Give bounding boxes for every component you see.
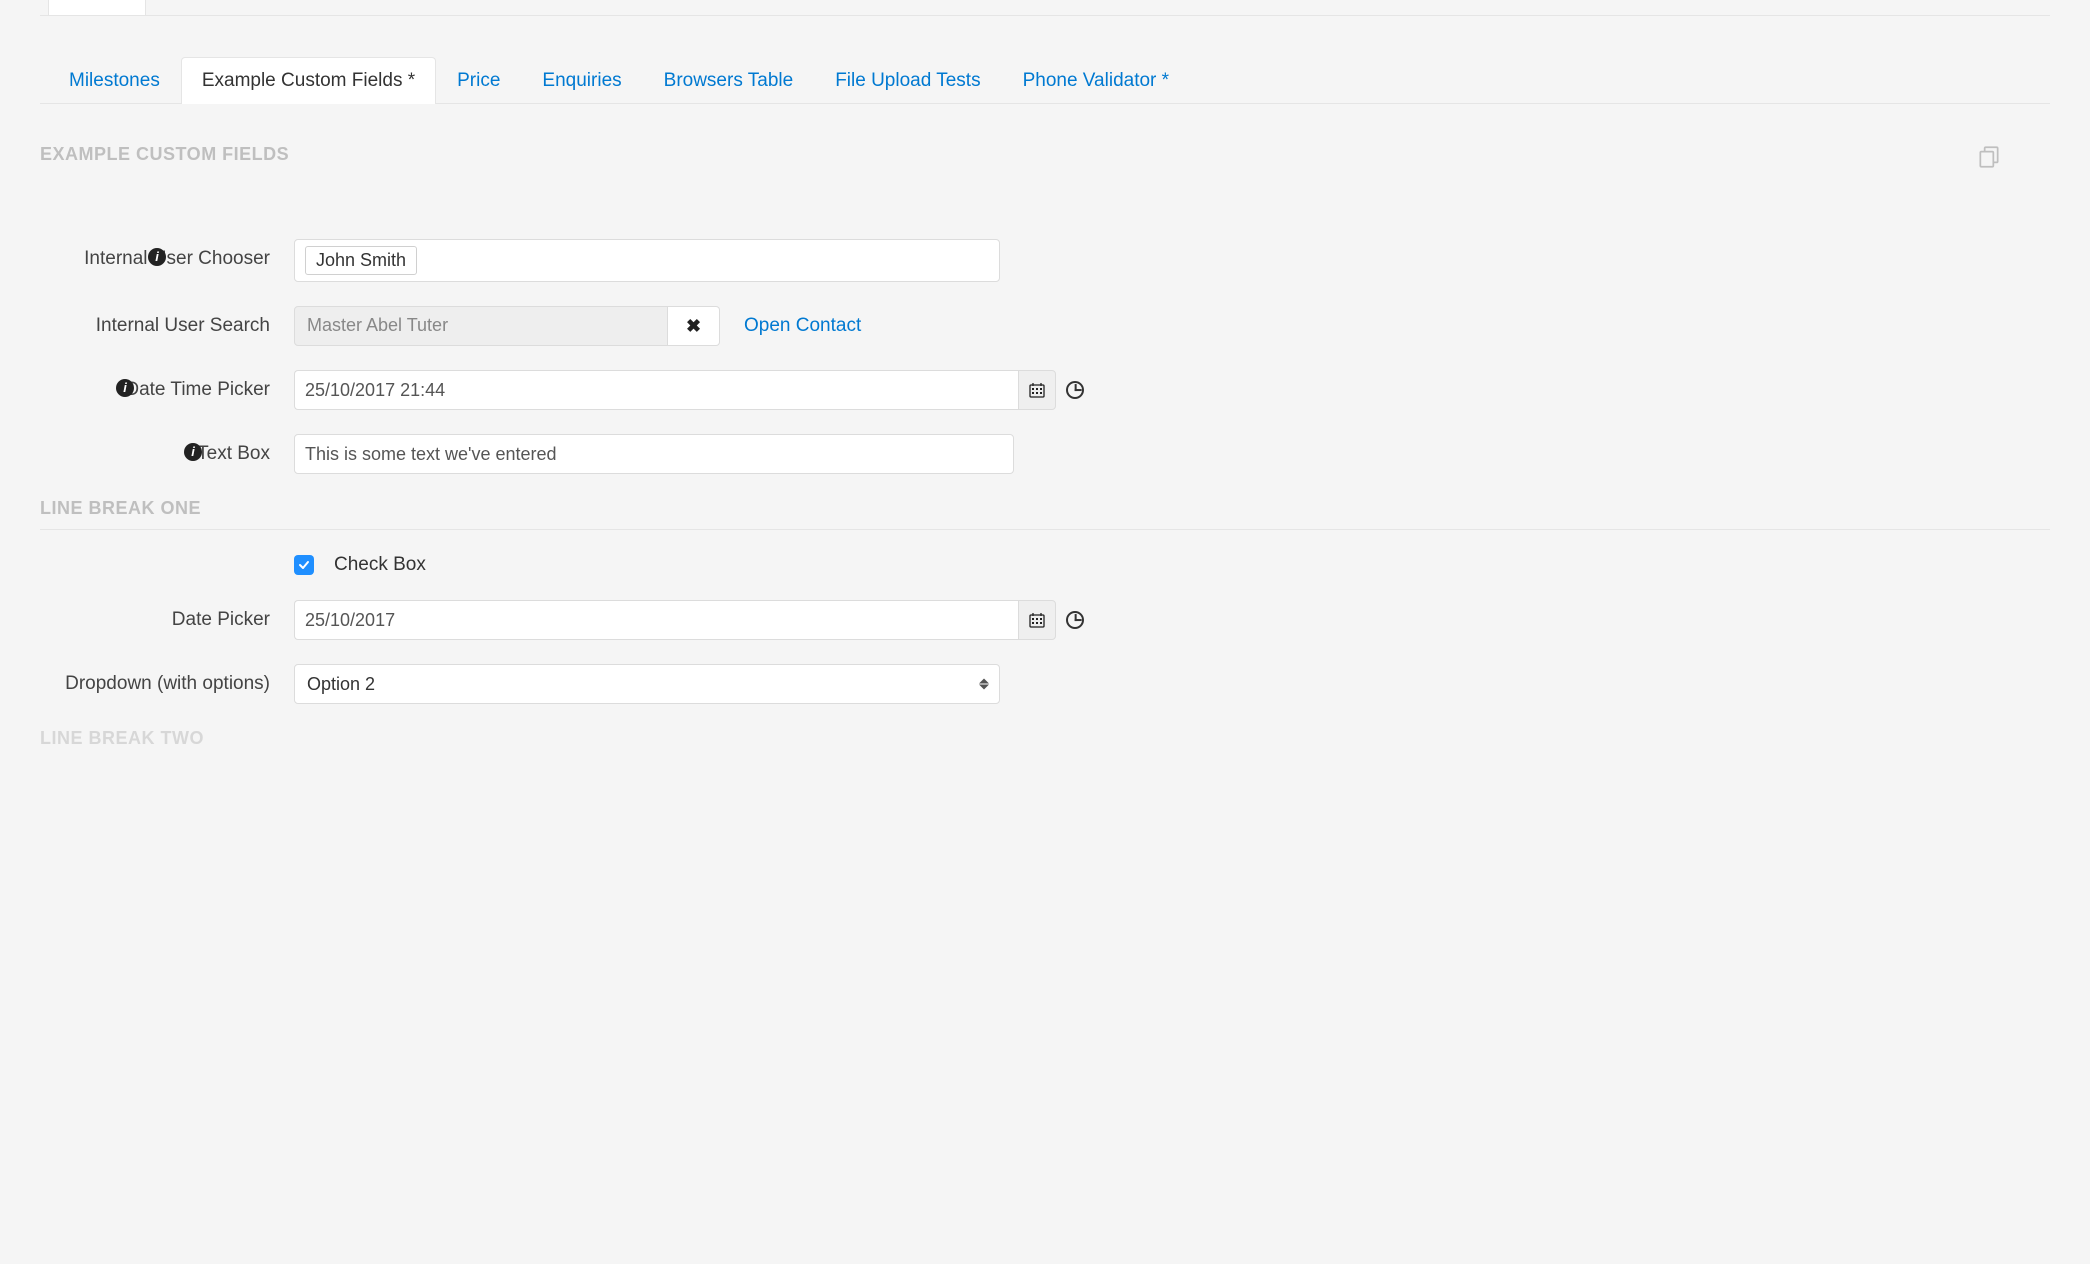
user-token[interactable]: John Smith [305, 246, 417, 275]
close-icon: ✖ [686, 316, 701, 337]
info-icon[interactable]: i [116, 379, 134, 397]
dropdown-value: Option 2 [307, 674, 375, 695]
info-icon[interactable]: i [184, 443, 202, 461]
tab-example-custom-fields[interactable]: Example Custom Fields * [181, 57, 436, 104]
tab-browsers-table[interactable]: Browsers Table [643, 57, 815, 104]
date-time-value[interactable] [305, 380, 1008, 401]
copy-icon[interactable] [1976, 144, 2002, 175]
check-box-input[interactable] [294, 555, 314, 575]
label-internal-user-search: Internal User Search [96, 315, 270, 336]
date-time-picker-input[interactable] [294, 370, 1018, 410]
tab-file-upload-tests[interactable]: File Upload Tests [814, 57, 1001, 104]
label-check-box: Check Box [334, 554, 426, 576]
info-icon[interactable]: i [148, 248, 166, 266]
section-title-text: EXAMPLE CUSTOM FIELDS [40, 144, 289, 164]
label-date-picker: Date Picker [172, 609, 270, 630]
calendar-button[interactable] [1018, 370, 1056, 410]
text-box-input[interactable] [294, 434, 1014, 474]
calendar-icon [1029, 382, 1045, 398]
internal-user-chooser-input[interactable]: John Smith [294, 239, 1000, 282]
internal-user-search-value: Master Abel Tuter [294, 306, 668, 346]
date-picker-value[interactable] [305, 610, 1008, 631]
tab-milestones[interactable]: Milestones [48, 57, 181, 104]
row-internal-user-chooser: i Internal User Chooser John Smith [40, 239, 2050, 282]
label-text-box: Text Box [197, 443, 270, 464]
section-title-example-custom-fields: EXAMPLE CUSTOM FIELDS [40, 144, 2050, 175]
row-date-time-picker: i Date Time Picker [40, 370, 2050, 410]
row-check-box: Check Box [40, 554, 2050, 576]
label-internal-user-chooser: Internal User Chooser [84, 248, 270, 269]
row-text-box: i Text Box [40, 434, 2050, 474]
tab-enquiries[interactable]: Enquiries [521, 57, 642, 104]
dropdown-select[interactable]: Option 2 [294, 664, 1000, 704]
chevron-updown-icon [979, 679, 989, 690]
label-date-time-picker: Date Time Picker [125, 379, 270, 400]
clear-button[interactable]: ✖ [668, 306, 720, 346]
row-internal-user-search: Internal User Search Master Abel Tuter ✖… [40, 306, 2050, 346]
calendar-button[interactable] [1018, 600, 1056, 640]
open-contact-link[interactable]: Open Contact [744, 315, 861, 337]
history-icon[interactable] [1066, 611, 1084, 629]
tab-bar: Milestones Example Custom Fields * Price… [40, 56, 2050, 104]
text-box-value[interactable] [305, 444, 1003, 465]
row-dropdown: Dropdown (with options) Option 2 [40, 664, 2050, 704]
label-dropdown: Dropdown (with options) [65, 673, 270, 694]
calendar-icon [1029, 612, 1045, 628]
tab-price[interactable]: Price [436, 57, 521, 104]
tab-phone-validator[interactable]: Phone Validator * [1002, 57, 1190, 104]
section-title-line-break-two: LINE BREAK TWO [40, 728, 2050, 759]
section-title-line-break-one: LINE BREAK ONE [40, 498, 2050, 530]
prior-tab-stub [40, 0, 2050, 16]
history-icon[interactable] [1066, 381, 1084, 399]
date-picker-input[interactable] [294, 600, 1018, 640]
row-date-picker: Date Picker [40, 600, 2050, 640]
